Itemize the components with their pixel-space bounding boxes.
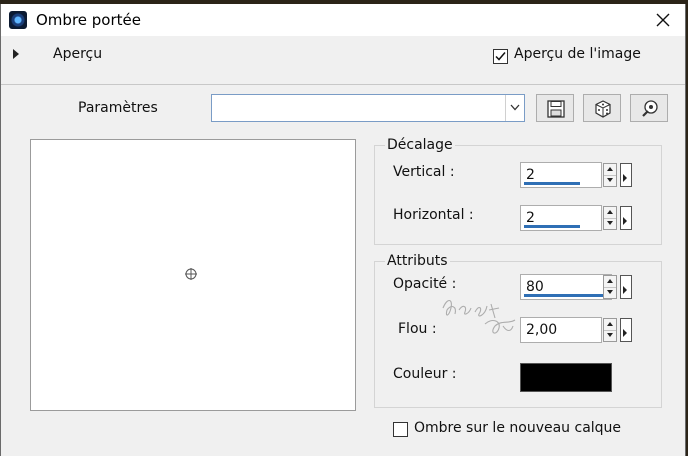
preview-pane[interactable] xyxy=(30,139,356,411)
chevron-down-icon xyxy=(510,104,520,111)
opacity-down-arrow-icon[interactable] xyxy=(604,287,616,298)
pan-cursor-icon xyxy=(185,268,197,280)
horizontal-down-arrow-icon[interactable] xyxy=(604,218,616,229)
presets-dropdown-button[interactable] xyxy=(505,95,524,121)
title-bar: Ombre portée xyxy=(1,4,685,36)
reset-settings-icon xyxy=(642,100,658,117)
horizontal-slider-bar xyxy=(524,225,580,228)
attributes-group-title: Attributs xyxy=(385,253,450,269)
horizontal-slider-popup[interactable] xyxy=(620,206,632,230)
blur-input[interactable]: 2,00 xyxy=(520,317,602,343)
vertical-stepper[interactable] xyxy=(603,163,617,187)
shadow-color-swatch[interactable] xyxy=(520,363,612,392)
horizontal-value: 2 xyxy=(526,210,535,226)
save-icon xyxy=(547,100,565,118)
vertical-input[interactable]: 2 xyxy=(520,162,602,188)
opacity-slider-bar xyxy=(524,294,610,297)
blur-down-arrow-icon[interactable] xyxy=(604,330,616,341)
drop-shadow-dialog: Ombre portée Aperçu Aperçu de l'image Pa… xyxy=(0,4,686,456)
opacity-value: 80 xyxy=(526,279,544,295)
close-button[interactable] xyxy=(641,4,685,36)
preview-row: Aperçu Aperçu de l'image xyxy=(1,42,685,66)
random-dice-icon xyxy=(595,100,611,118)
blur-stepper[interactable] xyxy=(603,318,617,342)
opacity-stepper[interactable] xyxy=(603,275,617,299)
checkmark-icon xyxy=(495,52,506,61)
opacity-input[interactable]: 80 xyxy=(520,274,612,300)
save-preset-button[interactable] xyxy=(536,94,574,122)
preview-expander[interactable]: Aperçu xyxy=(11,46,103,64)
app-icon xyxy=(9,11,27,29)
presets-combobox[interactable] xyxy=(211,94,525,122)
horizontal-input[interactable]: 2 xyxy=(520,205,602,231)
vertical-slider-popup[interactable] xyxy=(620,163,632,187)
vertical-slider-bar xyxy=(524,182,580,185)
offset-group: Décalage xyxy=(374,137,662,245)
new-layer-label: Ombre sur le nouveau calque xyxy=(414,420,622,436)
blur-slider-popup[interactable] xyxy=(620,318,632,342)
image-preview-label: Aperçu de l'image xyxy=(514,46,641,62)
preview-label: Aperçu xyxy=(53,46,103,62)
close-icon xyxy=(656,13,670,27)
opacity-label: Opacité : xyxy=(393,276,457,292)
image-preview-checkbox[interactable] xyxy=(493,49,508,64)
randomize-button[interactable] xyxy=(583,94,621,122)
opacity-slider-popup[interactable] xyxy=(620,275,632,299)
horizontal-stepper[interactable] xyxy=(603,206,617,230)
offset-group-title: Décalage xyxy=(385,137,455,153)
reset-button[interactable] xyxy=(630,94,668,122)
blur-label: Flou : xyxy=(398,321,437,337)
expand-arrow-icon xyxy=(13,49,19,59)
blur-value: 2,00 xyxy=(526,322,558,338)
vertical-down-arrow-icon[interactable] xyxy=(604,175,616,186)
separator xyxy=(1,84,685,85)
horizontal-label: Horizontal : xyxy=(393,207,474,223)
color-label: Couleur : xyxy=(393,366,457,382)
vertical-value: 2 xyxy=(526,167,535,183)
watermark-signature xyxy=(442,299,516,334)
new-layer-checkbox[interactable] xyxy=(393,422,408,437)
presets-label: Paramètres xyxy=(78,100,158,116)
window-title: Ombre portée xyxy=(36,11,141,29)
vertical-label: Vertical : xyxy=(393,164,455,180)
